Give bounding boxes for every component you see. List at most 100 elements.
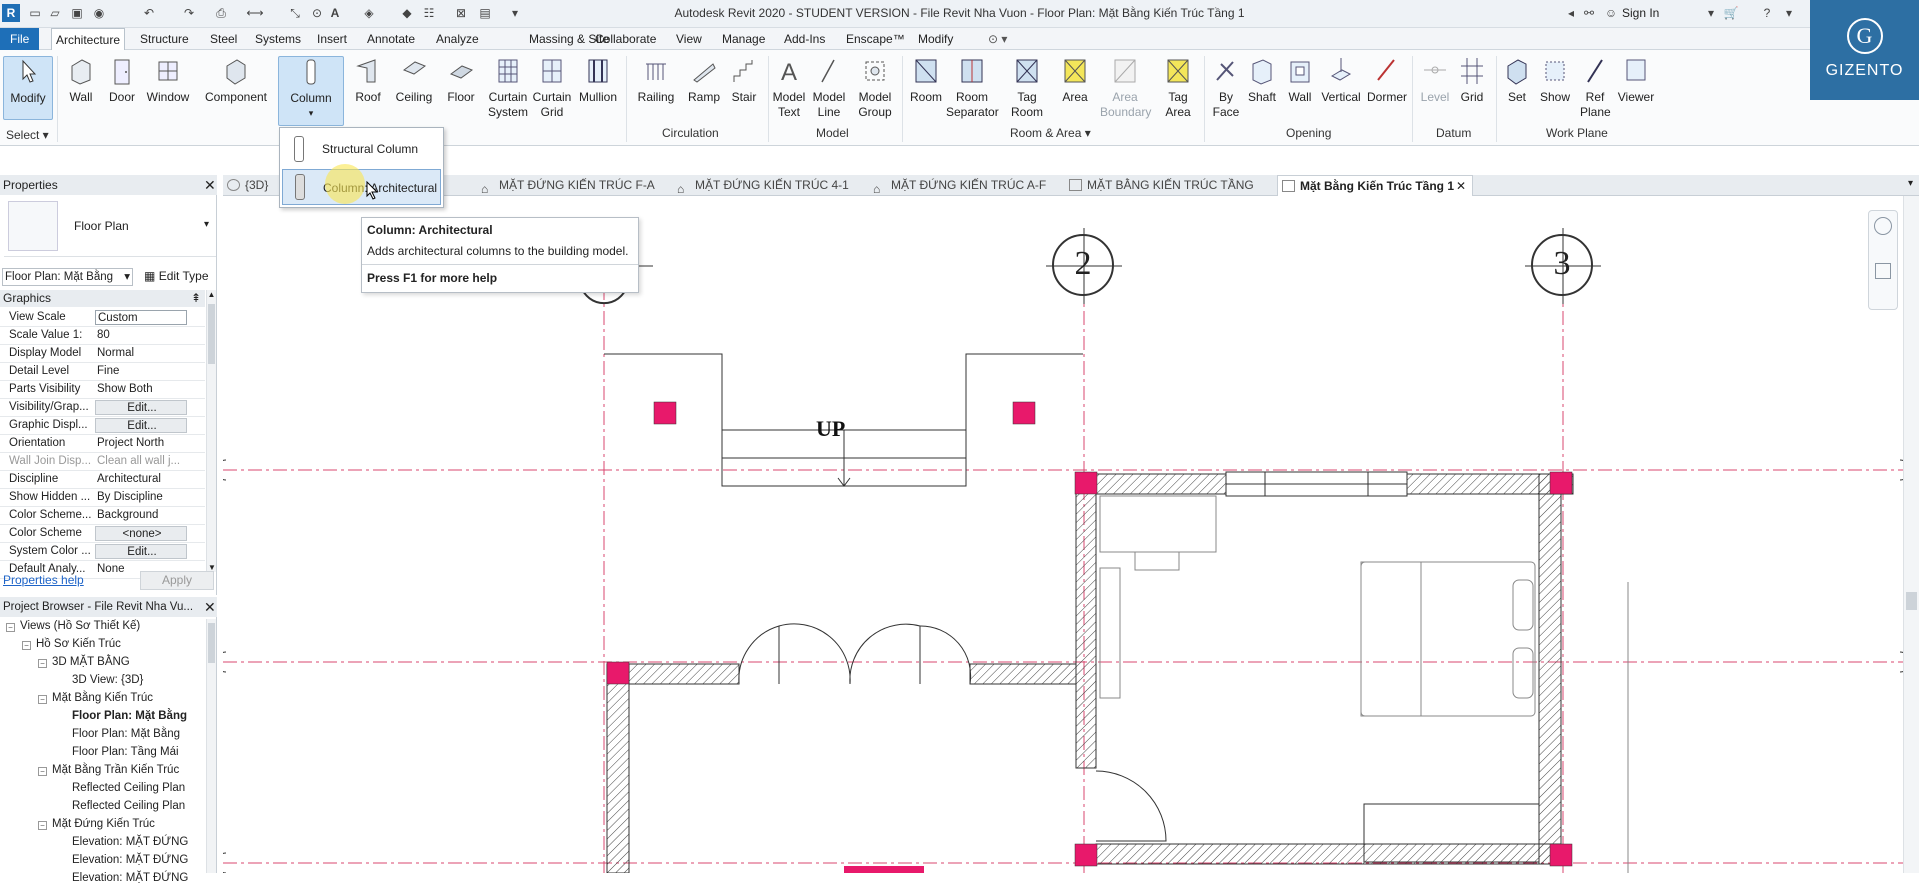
tree-expander[interactable]: −: [22, 641, 31, 650]
shaft-button[interactable]: Shaft: [1244, 56, 1280, 105]
property-value[interactable]: Show Both: [95, 382, 187, 397]
search-arrow-icon[interactable]: ◂: [1562, 4, 1580, 22]
tab-steel[interactable]: Steel: [206, 28, 241, 50]
level-button[interactable]: Level: [1418, 56, 1452, 105]
wall-opening-button[interactable]: Wall: [1282, 56, 1318, 105]
tab-structure[interactable]: Structure: [136, 28, 193, 50]
browser-node[interactable]: Floor Plan: Mặt Bằng: [72, 728, 180, 740]
property-row[interactable]: Color Scheme <none>: [0, 525, 205, 543]
tab-architecture[interactable]: Architecture: [51, 28, 126, 50]
property-row[interactable]: Wall Join Disp... Clean all wall j...: [0, 453, 205, 471]
tab-file[interactable]: File: [0, 28, 40, 50]
property-row[interactable]: Orientation Project North: [0, 435, 205, 453]
area-boundary-button[interactable]: Area Boundary: [1098, 56, 1152, 120]
grid-button[interactable]: Grid: [1454, 56, 1490, 105]
tab-enscape[interactable]: Enscape™: [842, 28, 909, 50]
viewer-button[interactable]: Viewer: [1614, 56, 1658, 105]
area-button[interactable]: Area: [1056, 56, 1094, 105]
by-face-button[interactable]: By Face: [1208, 56, 1244, 120]
tree-expander[interactable]: −: [6, 623, 15, 632]
curtain-grid-button[interactable]: Curtain Grid: [532, 56, 572, 120]
tab-modify[interactable]: Modify: [914, 28, 957, 50]
browser-node[interactable]: Floor Plan: Tầng Mái: [72, 746, 179, 758]
property-value[interactable]: By Discipline: [95, 490, 187, 505]
help-dropdown-icon[interactable]: ▾: [1780, 4, 1798, 22]
property-row[interactable]: Color Scheme... Background: [0, 507, 205, 525]
tab-elevation-a-f[interactable]: ⌂ MẶT ĐỨNG KIẾN TRÚC A-F: [869, 175, 1049, 196]
canvas-scrollbar[interactable]: [1903, 196, 1919, 873]
property-row[interactable]: Show Hidden ... By Discipline: [0, 489, 205, 507]
tab-collaborate[interactable]: Collaborate: [591, 28, 660, 50]
browser-node[interactable]: Reflected Ceiling Plan: [72, 800, 185, 812]
property-row[interactable]: Parts Visibility Show Both: [0, 381, 205, 399]
property-value[interactable]: Edit...: [95, 418, 187, 433]
navigation-bar[interactable]: [1868, 210, 1898, 310]
browser-node[interactable]: Mặt Bằng Trần Kiến Trúc: [52, 764, 179, 776]
room-button[interactable]: Room: [906, 56, 946, 105]
tree-expander[interactable]: −: [38, 659, 47, 668]
tab-floor-plan-active[interactable]: Mặt Bằng Kiến Trúc Tầng 1 ✕: [1277, 175, 1473, 196]
help-icon[interactable]: ?: [1758, 4, 1776, 22]
ref-plane-button[interactable]: Ref Plane: [1578, 56, 1612, 120]
tree-expander[interactable]: −: [38, 821, 47, 830]
browser-node[interactable]: Hồ Sơ Kiến Trúc: [36, 638, 121, 650]
dormer-button[interactable]: Dormer: [1366, 56, 1408, 105]
property-value[interactable]: Background: [95, 508, 187, 523]
door-button[interactable]: Door: [104, 56, 140, 105]
property-value[interactable]: Project North: [95, 436, 187, 451]
tab-overflow-icon[interactable]: ▾: [1908, 178, 1913, 189]
binoculars-icon[interactable]: ⚯: [1580, 4, 1598, 22]
close-browser-icon[interactable]: ✕: [204, 599, 216, 616]
model-group-button[interactable]: Model Group: [854, 56, 896, 120]
tree-expander[interactable]: −: [38, 767, 47, 776]
browser-node[interactable]: Elevation: MẶT ĐỨNG: [72, 854, 188, 866]
tab-view[interactable]: View: [672, 28, 706, 50]
property-value[interactable]: Normal: [95, 346, 187, 361]
browser-node[interactable]: 3D View: {3D}: [72, 674, 143, 686]
component-button[interactable]: Component: [202, 56, 270, 105]
panel-room-area[interactable]: Room & Area ▾: [1010, 126, 1091, 140]
tab-insert[interactable]: Insert: [313, 28, 351, 50]
property-value[interactable]: Edit...: [95, 544, 187, 559]
close-properties-icon[interactable]: ✕: [204, 177, 216, 194]
ceiling-button[interactable]: Ceiling: [392, 56, 436, 105]
instance-selector[interactable]: Floor Plan: Mặt Bằng ▾: [2, 268, 133, 286]
property-value[interactable]: Clean all wall j...: [95, 454, 187, 469]
grid-bubble-2[interactable]: 2: [1052, 234, 1114, 296]
tab-analyze[interactable]: Analyze: [432, 28, 483, 50]
grid-bubble-3[interactable]: 3: [1531, 234, 1593, 296]
tab-elevation-4-1[interactable]: ⌂ MẶT ĐỨNG KIẾN TRÚC 4-1: [673, 175, 853, 196]
ribbon-display-toggle-icon[interactable]: ⊙ ▾: [984, 28, 1011, 50]
property-row[interactable]: Detail Level Fine: [0, 363, 205, 381]
property-value[interactable]: Architectural: [95, 472, 187, 487]
room-separator-button[interactable]: Room Separator: [946, 56, 999, 120]
model-text-button[interactable]: A Model Text: [770, 56, 808, 120]
property-row[interactable]: View Scale Custom: [0, 309, 205, 327]
tab-view-3d[interactable]: {3D}: [223, 175, 281, 196]
browser-node[interactable]: Reflected Ceiling Plan: [72, 782, 185, 794]
stair-button[interactable]: Stair: [726, 56, 762, 105]
roof-button[interactable]: Roof: [350, 56, 386, 105]
property-row[interactable]: Display Model Normal: [0, 345, 205, 363]
browser-node[interactable]: 3D MẶT BẰNG: [52, 656, 130, 668]
browser-node[interactable]: Mặt Bằng Kiến Trúc: [52, 692, 153, 704]
show-button[interactable]: Show: [1536, 56, 1574, 105]
property-row[interactable]: Discipline Architectural: [0, 471, 205, 489]
set-button[interactable]: Set: [1500, 56, 1534, 105]
structural-column-item[interactable]: Structural Column: [282, 131, 441, 167]
mullion-button[interactable]: Mullion: [576, 56, 620, 105]
browser-scrollbar[interactable]: [206, 619, 216, 873]
tree-expander[interactable]: −: [38, 695, 47, 704]
column-button[interactable]: Column ▾: [278, 56, 344, 126]
property-value[interactable]: 80: [95, 328, 187, 343]
tab-elevation-f-a[interactable]: ⌂ MẶT ĐỨNG KIẾN TRÚC F-A: [477, 175, 657, 196]
tab-add-ins[interactable]: Add-Ins: [780, 28, 829, 50]
panel-select[interactable]: Select ▾: [6, 128, 49, 142]
browser-node[interactable]: Views (Hồ Sơ Thiết Kế): [20, 620, 140, 632]
browser-node[interactable]: Elevation: MẶT ĐỨNG: [72, 872, 188, 884]
railing-button[interactable]: Railing: [634, 56, 678, 105]
type-selector[interactable]: Floor Plan ▾: [4, 197, 216, 257]
property-row[interactable]: System Color ... Edit...: [0, 543, 205, 561]
tab-annotate[interactable]: Annotate: [363, 28, 419, 50]
vertical-button[interactable]: Vertical: [1320, 56, 1362, 105]
